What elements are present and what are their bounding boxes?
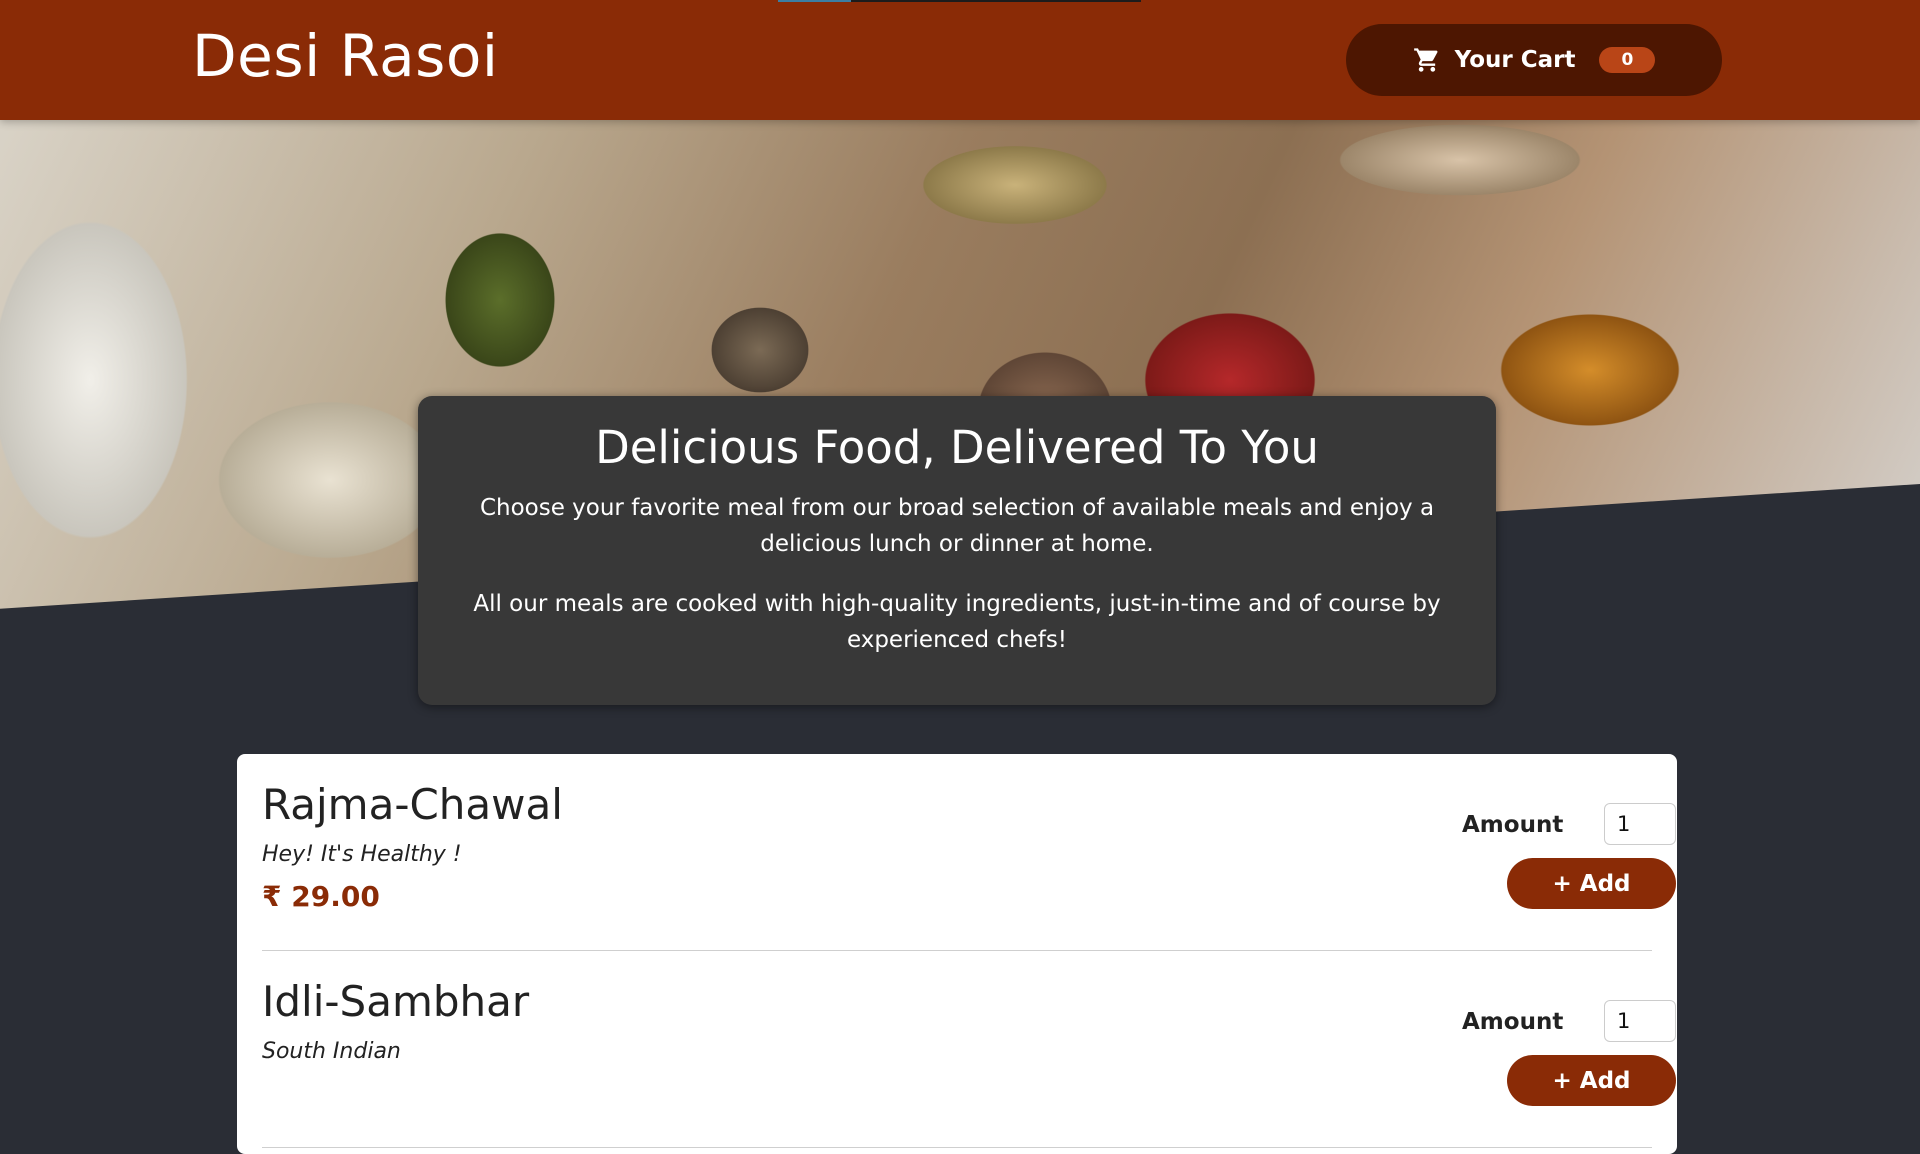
meal-price: ₹ 29.00 xyxy=(262,880,380,913)
cart-label: Your Cart xyxy=(1454,47,1576,73)
intro-paragraph-1: Choose your favorite meal from our broad… xyxy=(479,495,1435,557)
site-header: Desi Rasoi Your Cart 0 xyxy=(0,0,1920,120)
meal-description: South Indian xyxy=(262,1039,401,1064)
meal-description: Hey! It's Healthy ! xyxy=(262,842,462,867)
meal-name: Idli-Sambhar xyxy=(262,977,530,1026)
intro-paragraph-2: All our meals are cooked with high-quali… xyxy=(473,591,1441,653)
amount-input[interactable] xyxy=(1604,1000,1676,1042)
add-to-cart-button[interactable]: + Add xyxy=(1507,858,1676,909)
cart-button[interactable]: Your Cart 0 xyxy=(1346,24,1722,96)
intro-title: Delicious Food, Delivered To You xyxy=(595,421,1319,474)
amount-label: Amount xyxy=(1462,1009,1564,1035)
meal-name: Rajma-Chawal xyxy=(262,780,563,829)
amount-input[interactable] xyxy=(1604,803,1676,845)
meals-list-card: Rajma-Chawal Hey! It's Healthy ! ₹ 29.00… xyxy=(237,754,1677,1154)
shopping-cart-icon xyxy=(1413,48,1438,72)
brand-logo: Desi Rasoi xyxy=(192,22,499,90)
top-loading-strip xyxy=(778,0,1141,2)
cart-count-badge: 0 xyxy=(1599,47,1656,73)
meal-item: Rajma-Chawal Hey! It's Healthy ! ₹ 29.00… xyxy=(262,754,1676,951)
meal-item: Idli-Sambhar South Indian Amount + Add xyxy=(262,951,1676,1148)
amount-label: Amount xyxy=(1462,812,1564,838)
add-to-cart-button[interactable]: + Add xyxy=(1507,1055,1676,1106)
intro-summary-card: Delicious Food, Delivered To You Choose … xyxy=(418,396,1496,705)
